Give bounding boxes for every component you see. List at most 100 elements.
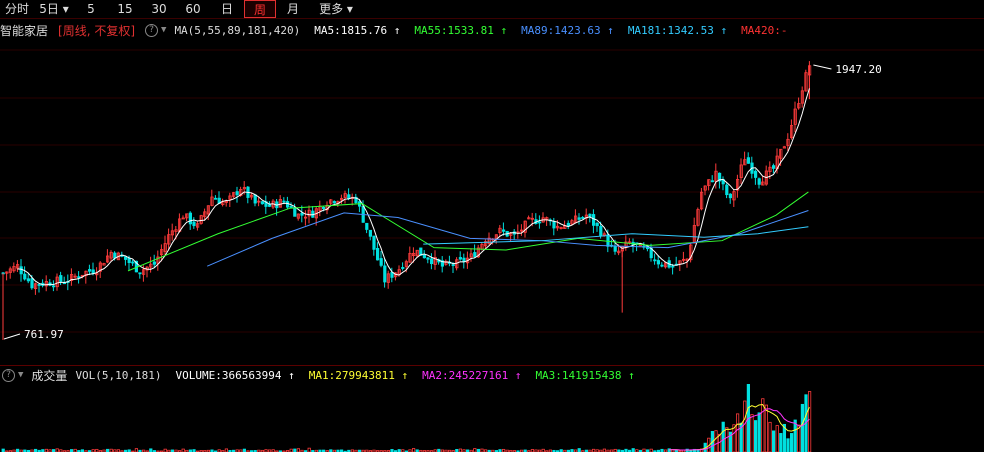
vol-bar-216 bbox=[779, 433, 783, 452]
vol-value-1: MA1:279943811 ↑ bbox=[308, 368, 409, 382]
low-label: 761.97 bbox=[24, 328, 64, 341]
volume-chart[interactable] bbox=[0, 384, 984, 452]
candle-body-36 bbox=[131, 261, 135, 264]
high-label: 1947.20 bbox=[835, 63, 881, 76]
candle-body-161 bbox=[581, 217, 585, 219]
vol-bar-204 bbox=[736, 413, 740, 452]
vol-bar-175 bbox=[631, 448, 635, 452]
candle-body-119 bbox=[429, 258, 434, 265]
vol-bar-222 bbox=[800, 403, 805, 452]
candle-body-106 bbox=[383, 265, 387, 283]
vol-bar-200 bbox=[721, 421, 725, 452]
ma-value-0: MA5:1815.76 ↑ bbox=[314, 23, 401, 37]
candle-body-111 bbox=[401, 267, 405, 269]
candle-body-70 bbox=[253, 194, 257, 204]
candle-body-163 bbox=[588, 213, 592, 217]
candle-body-210 bbox=[757, 178, 761, 185]
candle-body-157 bbox=[566, 222, 571, 227]
price-chart[interactable]: 1947.20 761.97 bbox=[0, 40, 984, 365]
ma-value-1: MA55:1533.81 ↑ bbox=[414, 23, 508, 37]
candle-body-101 bbox=[365, 222, 369, 230]
tab-7[interactable]: 周 bbox=[244, 0, 276, 18]
vol-bar-212 bbox=[764, 404, 769, 452]
high-arrow bbox=[813, 64, 832, 70]
candle-body-127 bbox=[458, 257, 463, 260]
tab-0[interactable]: 分时 bbox=[0, 0, 34, 18]
ma-value-2: MA89:1423.63 ↑ bbox=[521, 23, 614, 37]
candle-body-72 bbox=[260, 201, 265, 205]
candle-body-14 bbox=[52, 285, 56, 288]
ma-param-label[interactable]: MA(5,55,89,181,420) bbox=[174, 24, 300, 37]
candle-body-78 bbox=[282, 200, 286, 203]
indicator-dropdown-icon[interactable]: ▼ bbox=[18, 370, 23, 380]
tab-1[interactable]: 5日 ▾ bbox=[34, 0, 74, 18]
candle-body-182 bbox=[656, 260, 661, 265]
candle-body-186 bbox=[671, 265, 675, 268]
ma-value-4: MA420:- bbox=[741, 23, 788, 37]
help-icon[interactable]: ? bbox=[145, 23, 159, 37]
price-info-bar: 智能家居 [周线, 不复权] ? ▼ MA(5,55,89,181,420) M… bbox=[0, 21, 984, 39]
vol-bar-215 bbox=[775, 425, 779, 452]
vol-bar-206 bbox=[743, 400, 747, 452]
candle-body-59 bbox=[213, 197, 218, 200]
tab-9[interactable]: 更多 ▾ bbox=[310, 0, 362, 18]
vol-value-3: MA3:141915438 ↑ bbox=[535, 368, 635, 382]
candle-body-170 bbox=[613, 245, 617, 252]
candle-body-80 bbox=[289, 205, 293, 208]
period-tabs: 分时 5日 ▾ 5 15 30 60 日周月更多 ▾ bbox=[0, 0, 984, 18]
vol-values: VOLUME:366563994 ↑ MA1:279943811 ↑ MA2:245… bbox=[162, 369, 635, 382]
candle-body-34 bbox=[124, 256, 128, 260]
candle-body-92 bbox=[332, 201, 337, 204]
candle-body-10 bbox=[37, 284, 41, 286]
candle-body-21 bbox=[77, 276, 81, 279]
volume-info-bar: ? ▼ 成交量 VOL(5,10,181) VOLUME:366563994 ↑… bbox=[0, 366, 984, 384]
indicator-dropdown-icon[interactable]: ▼ bbox=[161, 25, 166, 35]
candle-body-209 bbox=[754, 170, 758, 178]
vol-bar-114 bbox=[411, 448, 416, 452]
candle-body-102 bbox=[368, 229, 373, 237]
vol-bar-214 bbox=[772, 430, 776, 452]
candle-body-197 bbox=[710, 180, 715, 183]
help-icon[interactable]: ? bbox=[2, 368, 15, 382]
candle-body-202 bbox=[728, 193, 733, 199]
tab-5[interactable]: 60 bbox=[176, 0, 210, 18]
vol-bar-219 bbox=[790, 433, 794, 452]
candle-body-131 bbox=[473, 252, 477, 257]
vol-bar-209 bbox=[754, 420, 758, 452]
tab-8[interactable]: 月 bbox=[276, 0, 310, 18]
candle-body-74 bbox=[267, 204, 272, 207]
tab-6[interactable]: 日 bbox=[210, 0, 244, 18]
candle-body-65 bbox=[235, 191, 239, 196]
tab-3[interactable]: 15 bbox=[108, 0, 142, 18]
tabs-divider bbox=[0, 18, 984, 19]
candle-body-201 bbox=[725, 184, 729, 196]
candle-body-83 bbox=[300, 212, 304, 216]
candle-body-125 bbox=[451, 264, 455, 266]
vol-bar-210 bbox=[757, 412, 761, 452]
vol-bar-208 bbox=[750, 414, 754, 452]
vol-bar-218 bbox=[786, 438, 790, 452]
candle-body-25 bbox=[91, 269, 95, 274]
candle-body-38 bbox=[138, 272, 142, 275]
candle-body-81 bbox=[293, 207, 297, 217]
candle-body-35 bbox=[127, 257, 131, 264]
vol-bar-220 bbox=[793, 419, 797, 452]
candle-body-52 bbox=[188, 212, 192, 225]
stock-name: 智能家居 bbox=[0, 23, 49, 38]
candle-body-108 bbox=[390, 272, 394, 278]
vol-bar-224 bbox=[808, 391, 812, 452]
ma-value-3: MA181:1342.53 ↑ bbox=[627, 23, 728, 37]
candle-body-153 bbox=[552, 221, 556, 229]
candle-body-181 bbox=[653, 259, 657, 262]
vol-bar-213 bbox=[768, 421, 772, 452]
tab-2[interactable]: 5 bbox=[74, 0, 108, 18]
candle-body-31 bbox=[113, 252, 117, 259]
ma-values: MA5:1815.76 ↑ MA55:1533.81 ↑ MA89:1423.63 … bbox=[300, 24, 787, 37]
candle-body-105 bbox=[379, 258, 383, 266]
tab-4[interactable]: 30 bbox=[142, 0, 176, 18]
candle-body-214 bbox=[772, 165, 776, 169]
candle-body-117 bbox=[422, 254, 427, 259]
vol-bar-131 bbox=[473, 448, 477, 452]
candle-body-207 bbox=[746, 157, 751, 164]
vol-param-label[interactable]: VOL(5,10,181) bbox=[75, 369, 161, 382]
